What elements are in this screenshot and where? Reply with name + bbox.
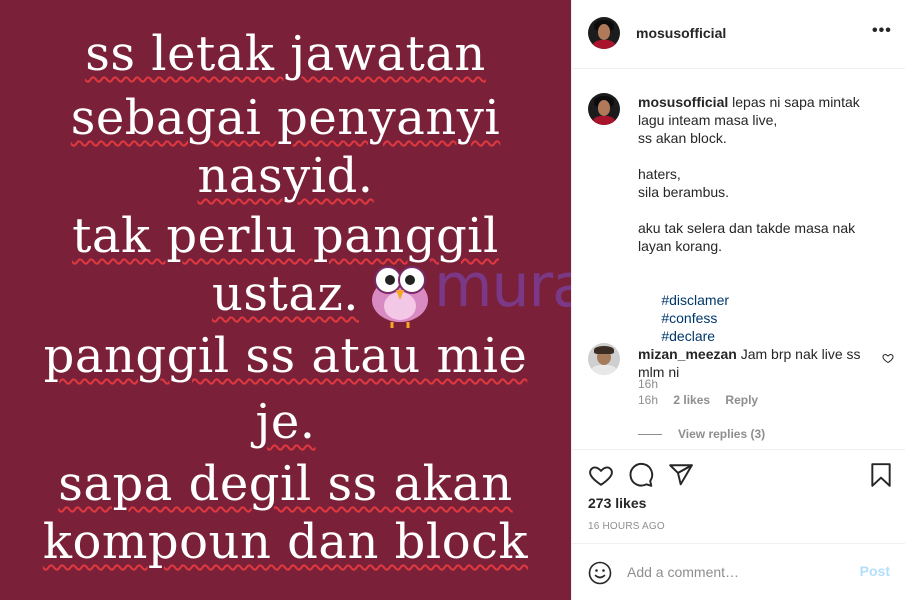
divider-line: [638, 434, 662, 436]
reply-button[interactable]: Reply: [725, 393, 758, 407]
commenter-avatar[interactable]: [588, 343, 620, 375]
hashtag-link[interactable]: #disclamer: [661, 292, 729, 308]
avatar[interactable]: [588, 17, 620, 49]
image-text-line: je.: [255, 394, 316, 450]
post-panel: mosusofficial ••• mosusofficial lepas ni…: [571, 0, 905, 600]
caption-text: lepas ni sapa mintak lagu inteam masa li…: [638, 94, 860, 254]
comment-input[interactable]: [627, 560, 847, 584]
image-text-line: panggil ss atau mie: [43, 328, 528, 384]
share-icon[interactable]: [668, 462, 694, 488]
emoji-icon[interactable]: [588, 561, 612, 585]
image-text-line: sapa degil ss akan: [58, 456, 513, 512]
view-replies-label[interactable]: View replies (3): [678, 427, 765, 441]
comment-meta: 16h 2 likes Reply: [638, 393, 758, 407]
post-header: mosusofficial •••: [572, 0, 905, 69]
add-comment-bar: Post: [572, 543, 905, 600]
comment-like-heart-icon[interactable]: [882, 352, 894, 364]
commenter-username[interactable]: mizan_meezan: [638, 346, 737, 362]
caption-username[interactable]: mosusofficial: [638, 94, 728, 110]
image-text-line: ss letak jawatan: [85, 26, 486, 82]
image-text-line: nasyid.: [197, 148, 374, 204]
post-timestamp[interactable]: 16 HOURS AGO: [588, 521, 665, 532]
post-button[interactable]: Post: [860, 563, 890, 579]
bookmark-icon[interactable]: [868, 462, 894, 488]
comment-time[interactable]: 16h: [638, 393, 658, 407]
comment-icon[interactable]: [628, 462, 654, 488]
hashtag-link[interactable]: #confess: [661, 310, 717, 326]
heart-icon[interactable]: [588, 462, 614, 488]
image-text-line: sebagai penyanyi: [70, 90, 501, 146]
caption-avatar[interactable]: [588, 93, 620, 125]
comment-likes[interactable]: 2 likes: [673, 393, 710, 407]
header-username[interactable]: mosusofficial: [636, 25, 726, 41]
image-text-line: kompoun dan block: [42, 514, 529, 570]
owl-logo-icon: [372, 266, 428, 328]
hashtag-link[interactable]: #declare: [661, 328, 715, 344]
ellipsis-icon[interactable]: •••: [872, 22, 891, 40]
actions-divider: [572, 449, 905, 450]
likes-count[interactable]: 273 likes: [588, 495, 646, 511]
comment-item: mizan_meezan Jam brp nak live ss mlm ni: [638, 345, 873, 381]
view-replies-button[interactable]: View replies (3): [638, 427, 765, 441]
